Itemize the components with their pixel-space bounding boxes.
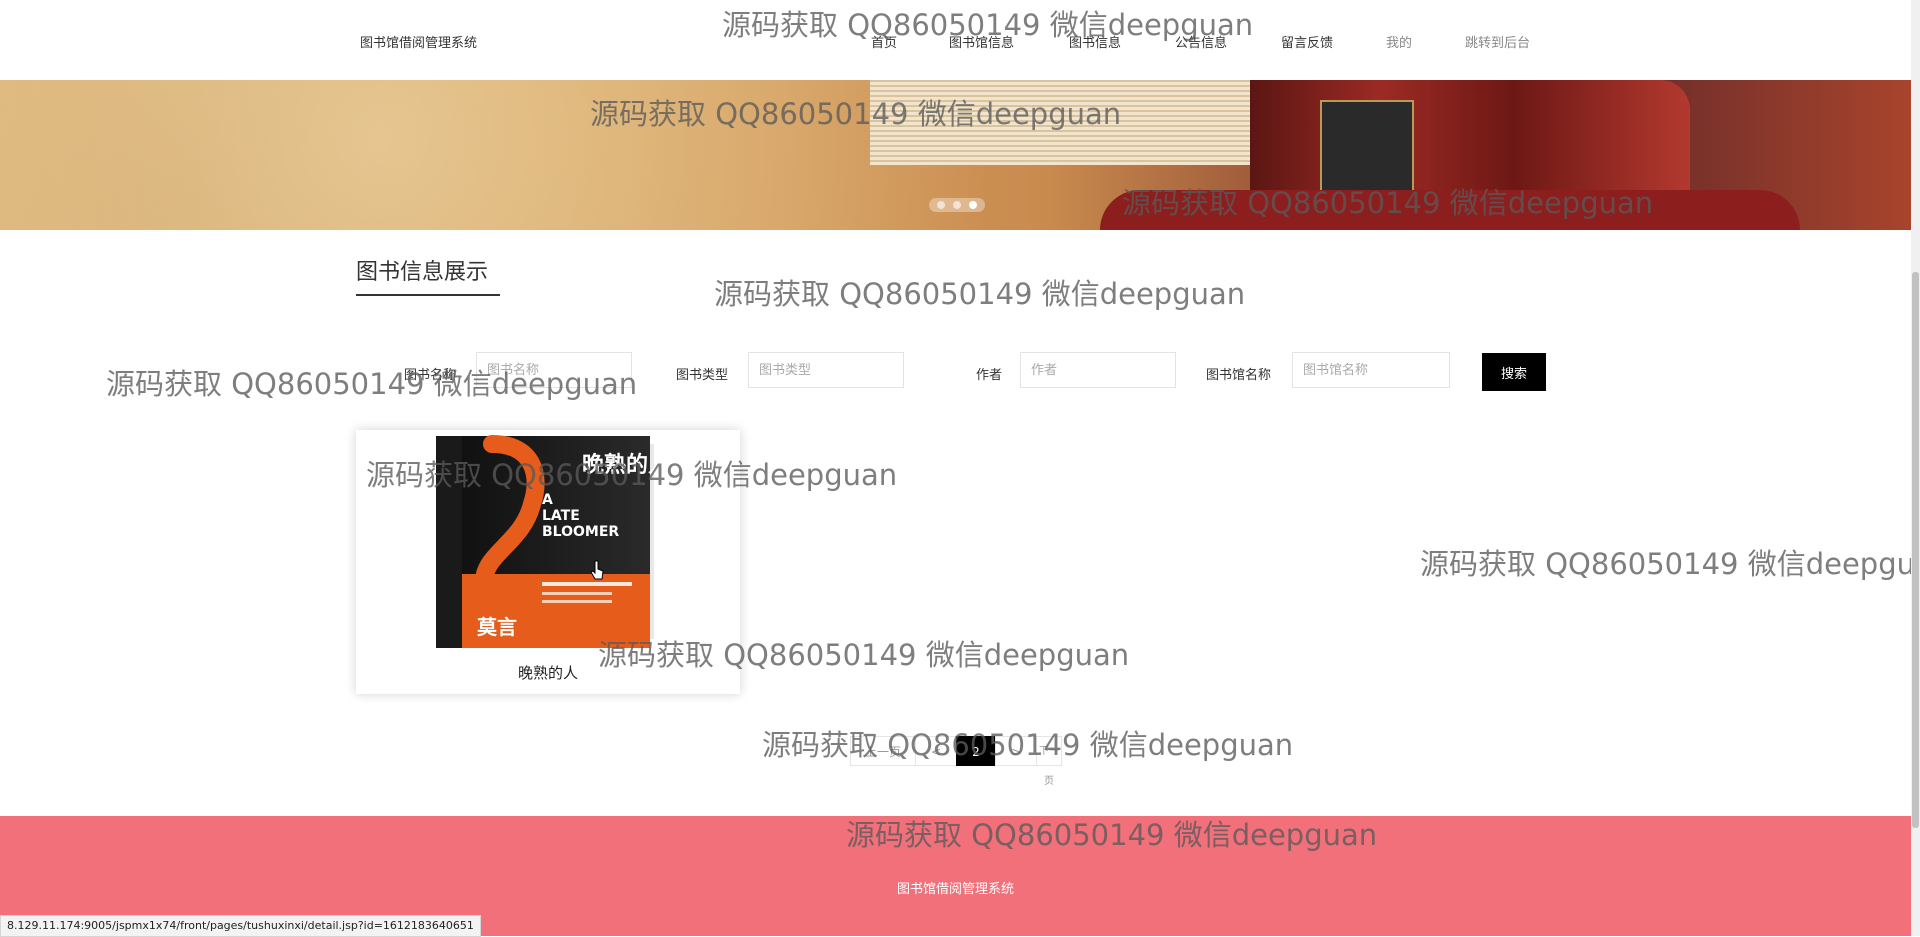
- carousel-dots: [929, 198, 985, 212]
- nav-announcements[interactable]: 公告信息: [1175, 32, 1227, 51]
- page-scrollbar[interactable]: [1911, 0, 1920, 936]
- carousel-dot-1[interactable]: [937, 201, 945, 209]
- carousel-dot-2[interactable]: [953, 201, 961, 209]
- book-type-input[interactable]: [748, 352, 904, 388]
- main-nav: 首页 图书馆信息 图书信息 公告信息 留言反馈 我的 跳转到后台: [0, 32, 1911, 52]
- mouse-cursor-icon: [590, 560, 604, 580]
- library-name-input[interactable]: [1292, 352, 1450, 388]
- status-bar-url: 8.129.11.174:9005/jspmx1x74/front/pages/…: [0, 915, 481, 937]
- banner-stand: [1100, 190, 1800, 230]
- library-name-label: 图书馆名称: [1206, 368, 1272, 383]
- cover-title-cn: 晚熟的人: [582, 452, 662, 478]
- nav-feedback[interactable]: 留言反馈: [1281, 32, 1333, 51]
- banner-book-pages: [870, 80, 1290, 165]
- book-cover-image[interactable]: 晚熟的人 A LATE BLOOMER 莫言: [422, 434, 662, 654]
- book-card[interactable]: 晚熟的人 A LATE BLOOMER 莫言 晚熟的人: [356, 430, 740, 694]
- nav-mine[interactable]: 我的: [1386, 32, 1412, 51]
- pagination-first[interactable]: 上一页: [850, 736, 916, 766]
- scrollbar-thumb[interactable]: [1912, 272, 1919, 828]
- cover-title-en-1: A: [542, 492, 553, 508]
- footer-text: 图书馆借阅管理系统: [896, 882, 1014, 897]
- watermark: 源码获取 QQ86050149 微信deepguan: [1420, 547, 1911, 581]
- nav-book-info[interactable]: 图书信息: [1069, 32, 1121, 51]
- nav-admin[interactable]: 跳转到后台: [1465, 32, 1530, 51]
- pagination-last[interactable]: 下一页: [1036, 736, 1062, 787]
- site-header: 图书馆借阅管理系统 首页 图书馆信息 图书信息 公告信息 留言反馈 我的 跳转到…: [0, 0, 1911, 80]
- author-input[interactable]: [1020, 352, 1176, 388]
- watermark: 源码获取 QQ86050149 微信deepguan: [714, 277, 1246, 311]
- cover-title-en-2: LATE: [542, 508, 580, 524]
- carousel-dot-3[interactable]: [969, 201, 977, 209]
- search-button[interactable]: 搜索: [1482, 353, 1546, 391]
- nav-home[interactable]: 首页: [871, 32, 897, 51]
- pagination-prev[interactable]: <: [915, 736, 957, 766]
- book-card-title[interactable]: 晚熟的人: [356, 662, 740, 683]
- nav-library-info[interactable]: 图书馆信息: [949, 32, 1014, 51]
- pagination-page-current[interactable]: 2: [956, 736, 996, 766]
- section-underline: [356, 294, 500, 296]
- pagination-next[interactable]: >: [995, 736, 1037, 766]
- cover-title-en-3: BLOOMER: [542, 524, 619, 540]
- section-title: 图书信息展示: [356, 260, 489, 285]
- book-name-input[interactable]: [476, 352, 632, 388]
- author-label: 作者: [976, 368, 1003, 383]
- cover-author: 莫言: [476, 615, 517, 639]
- book-type-label: 图书类型: [676, 368, 729, 383]
- book-name-label: 图书名称: [404, 368, 457, 383]
